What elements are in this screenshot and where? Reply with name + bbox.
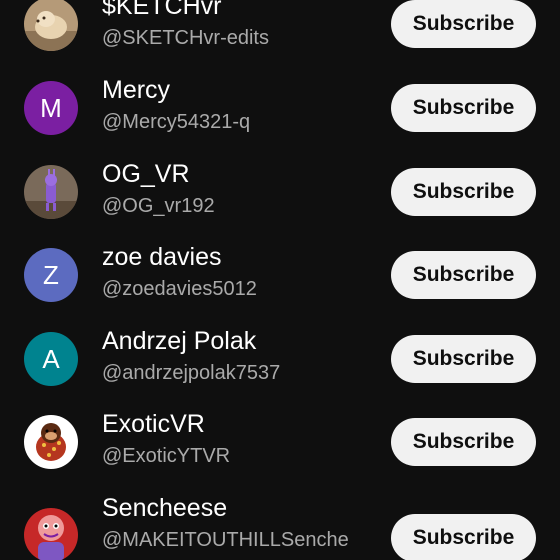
subscribe-button[interactable]: Subscribe [391, 251, 536, 299]
subscribe-button[interactable]: Subscribe [391, 514, 536, 560]
channel-handle: @zoedavies5012 [102, 278, 257, 300]
channel-row[interactable]: ExoticVR @ExoticYTVR Subscribe [0, 400, 560, 484]
channel-row[interactable]: Z zoe davies @zoedavies5012 Subscribe [0, 233, 560, 317]
channel-name[interactable]: zoe davies [102, 243, 222, 272]
subscribe-button[interactable]: Subscribe [391, 168, 536, 216]
channel-handle: @andrzejpolak7537 [102, 362, 281, 384]
channel-handle: @ExoticYTVR [102, 445, 231, 467]
red-character-avatar-icon [24, 508, 78, 560]
channel-handle: @Mercy54321-q [102, 111, 251, 133]
channel-name[interactable]: OG_VR [102, 160, 190, 189]
channel-name[interactable]: Andrzej Polak [102, 327, 256, 356]
channel-list: $KETCHvr @SKETCHvr-edits Subscribe M Mer… [0, 0, 560, 560]
channel-row[interactable]: M Mercy @Mercy54321-q Subscribe [0, 66, 560, 150]
gorilla-avatar-icon [24, 415, 78, 469]
channel-avatar-letter[interactable]: Z [24, 248, 78, 302]
dog-avatar-icon [24, 0, 78, 51]
channel-avatar-letter[interactable]: A [24, 332, 78, 386]
purple-figure-avatar-icon [24, 165, 78, 219]
channel-handle: @OG_vr192 [102, 195, 215, 217]
subscribe-button[interactable]: Subscribe [391, 418, 536, 466]
channel-row[interactable]: Sencheese @MAKEITOUTHILLSenche Subscribe [0, 484, 560, 560]
channel-name[interactable]: Mercy [102, 76, 170, 105]
subscribe-button[interactable]: Subscribe [391, 335, 536, 383]
channel-row[interactable]: A Andrzej Polak @andrzejpolak7537 Subscr… [0, 317, 560, 401]
channel-handle: @MAKEITOUTHILLSenche [102, 529, 349, 551]
channel-row[interactable]: $KETCHvr @SKETCHvr-edits Subscribe [0, 0, 560, 66]
channel-name[interactable]: ExoticVR [102, 410, 205, 439]
channel-avatar-letter[interactable]: M [24, 81, 78, 135]
channel-name[interactable]: $KETCHvr [102, 0, 221, 21]
channel-row[interactable]: OG_VR @OG_vr192 Subscribe [0, 150, 560, 234]
channel-handle: @SKETCHvr-edits [102, 27, 269, 49]
channel-avatar-image[interactable] [24, 508, 78, 560]
subscribe-button[interactable]: Subscribe [391, 0, 536, 48]
channel-avatar-image[interactable] [24, 165, 78, 219]
channel-name[interactable]: Sencheese [102, 494, 227, 523]
subscribe-button[interactable]: Subscribe [391, 84, 536, 132]
channel-avatar-image[interactable] [24, 415, 78, 469]
channel-avatar-image[interactable] [24, 0, 78, 51]
